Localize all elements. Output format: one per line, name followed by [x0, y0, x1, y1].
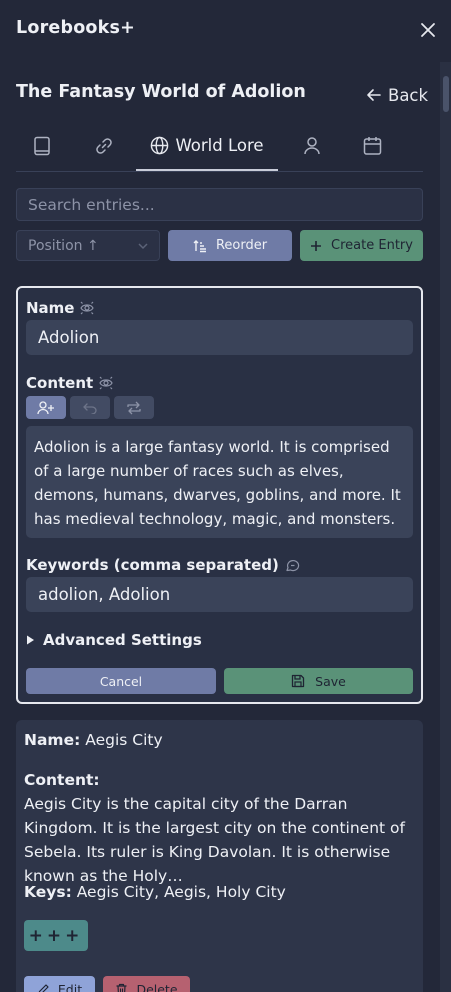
save-label: Save [315, 673, 346, 689]
sort-icon [193, 239, 206, 252]
entry-name-label: Name: [24, 731, 81, 749]
tab-world-lore-label: World Lore [175, 136, 264, 155]
save-button[interactable]: Save [224, 668, 413, 694]
back-label: Back [388, 85, 429, 105]
caret-right-icon [27, 635, 34, 645]
entry-edit-form: Name Adolion Content Adolion is a large … [16, 286, 423, 704]
chevron-down-icon [138, 243, 148, 250]
book-icon [34, 136, 50, 156]
sort-select-value: Position ↑ [28, 237, 99, 254]
hidden-eye-icon[interactable] [80, 301, 95, 315]
link-icon [96, 138, 112, 154]
create-entry-button[interactable]: Create Entry [300, 230, 423, 261]
list-controls: Position ↑ Reorder Create Entry [16, 230, 423, 262]
tab-book[interactable] [16, 122, 68, 170]
user-plus-icon [37, 400, 54, 414]
content-label: Content [26, 374, 94, 392]
close-button[interactable] [418, 20, 438, 40]
keywords-label-row: Keywords (comma separated) [26, 556, 300, 574]
content-textarea[interactable]: Adolion is a large fantasy world. It is … [26, 426, 413, 538]
name-field-value: Adolion [38, 328, 100, 347]
keywords-label: Keywords (comma separated) [26, 556, 279, 574]
create-entry-label: Create Entry [331, 238, 413, 253]
message-icon[interactable] [285, 558, 300, 573]
tab-world-lore[interactable]: World Lore [136, 122, 278, 171]
entry-keys-value: Aegis City, Aegis, Holy City [76, 883, 286, 901]
entry-name: Name: Aegis City [24, 731, 163, 749]
trash-icon [116, 983, 127, 992]
content-toolbar [26, 396, 154, 419]
tab-characters[interactable] [286, 122, 338, 170]
edit-label: Edit [57, 981, 83, 992]
entry-card: Name: Aegis City Content: Aegis City is … [16, 720, 423, 992]
entry-keys: Keys: Aegis City, Aegis, Holy City [24, 883, 286, 901]
tab-links[interactable] [78, 122, 130, 170]
save-icon [292, 674, 305, 688]
undo-button[interactable] [70, 396, 110, 419]
keywords-field[interactable]: adolion, Adolion [26, 577, 413, 612]
advanced-settings-label: Advanced Settings [43, 631, 202, 649]
sort-select[interactable]: Position ↑ [16, 230, 160, 261]
cancel-button[interactable]: Cancel [26, 668, 216, 694]
globe-icon [151, 136, 169, 155]
arrow-left-icon [367, 89, 381, 101]
person-icon [304, 137, 320, 155]
entry-content-heading: Content: [24, 771, 100, 789]
reorder-button[interactable]: Reorder [168, 230, 292, 261]
entry-name-value: Aegis City [85, 731, 163, 749]
reorder-label: Reorder [215, 238, 268, 253]
keywords-field-value: adolion, Adolion [38, 585, 171, 604]
swap-button[interactable] [114, 396, 154, 419]
plus-icon [311, 240, 322, 251]
expand-button[interactable]: +++ [24, 920, 88, 951]
delete-button[interactable]: Delete [103, 976, 190, 992]
scrollbar-thumb[interactable] [443, 76, 449, 112]
back-button[interactable]: Back [366, 84, 428, 106]
name-field[interactable]: Adolion [26, 320, 413, 355]
undo-icon [83, 402, 97, 414]
lorebooks-panel: Lorebooks+ The Fantasy World of Adolion … [0, 0, 451, 992]
lorebook-title: The Fantasy World of Adolion [16, 82, 306, 102]
advanced-settings-toggle[interactable]: Advanced Settings [26, 631, 202, 649]
name-label-row: Name [26, 299, 95, 317]
tab-events[interactable] [346, 122, 398, 170]
close-icon [421, 23, 435, 37]
cancel-label: Cancel [99, 673, 143, 689]
scrollbar-track[interactable] [440, 62, 451, 992]
edit-button[interactable]: Edit [24, 976, 95, 992]
delete-label: Delete [136, 981, 178, 992]
pencil-icon [38, 983, 49, 992]
hidden-eye-icon[interactable] [99, 376, 113, 390]
repeat-icon [127, 401, 141, 414]
tab-bar: World Lore [16, 122, 423, 172]
search-input[interactable] [16, 188, 423, 221]
entry-content-text: Aegis City is the capital city of the Da… [24, 795, 405, 885]
add-character-button[interactable] [26, 396, 66, 419]
name-label: Name [26, 299, 75, 317]
calendar-icon [363, 137, 381, 155]
content-label-row: Content [26, 374, 113, 392]
entry-keys-label: Keys: [24, 883, 72, 901]
entry-content-label: Content: [24, 771, 100, 789]
app-title: Lorebooks+ [16, 18, 135, 38]
